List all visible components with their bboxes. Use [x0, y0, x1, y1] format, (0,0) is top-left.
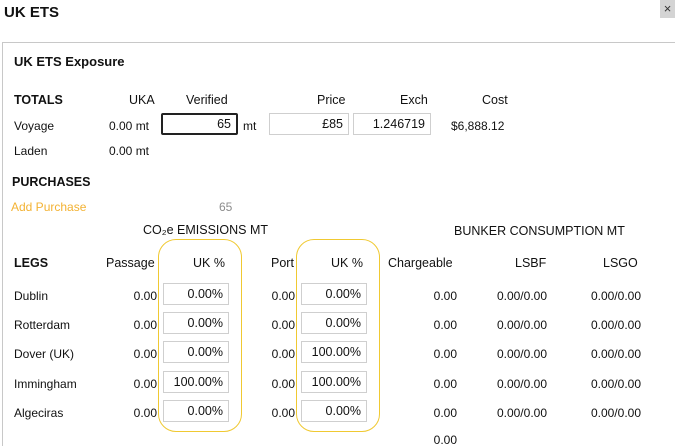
col-cost: Cost	[482, 93, 508, 107]
bunker-header: BUNKER CONSUMPTION MT	[454, 224, 625, 238]
passage-value: 0.00	[133, 347, 157, 361]
legs-heading: LEGS	[14, 256, 49, 270]
lsbf-value: 0.00/0.00	[496, 377, 547, 391]
passage-value: 0.00	[133, 318, 157, 332]
lsgo-value: 0.00/0.00	[590, 377, 641, 391]
panel-title: UK ETS Exposure	[14, 54, 125, 69]
port-value: 0.00	[271, 377, 295, 391]
close-icon[interactable]: ×	[660, 0, 675, 18]
uk-pct-port-input[interactable]: 0.00%	[301, 400, 367, 422]
col-price: Price	[317, 93, 346, 107]
uk-pct-passage-input[interactable]: 0.00%	[163, 400, 229, 422]
chargeable-value: 0.00	[433, 289, 457, 303]
uk-pct-passage-input[interactable]: 0.00%	[163, 283, 229, 305]
uk-pct-port-input[interactable]: 0.00%	[301, 312, 367, 334]
col-chargeable: Chargeable	[388, 256, 453, 270]
lsbf-value: 0.00/0.00	[496, 406, 547, 420]
port-value: 0.00	[271, 318, 295, 332]
leg-name: Immingham	[14, 377, 77, 391]
voyage-uka: 0.00 mt	[109, 119, 150, 133]
verified-input[interactable]: 65	[161, 113, 238, 135]
port-value: 0.00	[271, 289, 295, 303]
uk-pct-port-input[interactable]: 100.00%	[301, 341, 367, 363]
lsgo-value: 0.00/0.00	[590, 318, 641, 332]
lsbf-value: 0.00/0.00	[496, 318, 547, 332]
passage-value: 0.00	[133, 406, 157, 420]
chargeable-value: 0.00	[433, 347, 457, 361]
window-title: UK ETS	[4, 4, 60, 21]
col-verified: Verified	[186, 93, 228, 107]
uk-pct-passage-input[interactable]: 0.00%	[163, 341, 229, 363]
passage-value: 0.00	[133, 289, 157, 303]
col-uk-pct-2: UK %	[331, 256, 363, 270]
chargeable-value: 0.00	[433, 318, 457, 332]
lsgo-value: 0.00/0.00	[590, 406, 641, 420]
laden-uka: 0.00 mt	[109, 144, 150, 158]
title-bar: UK ETS ×	[0, 0, 675, 28]
col-lsgo: LSGO	[603, 256, 638, 270]
col-lsbf: LSBF	[515, 256, 547, 270]
uk-pct-port-input[interactable]: 0.00%	[301, 283, 367, 305]
col-port: Port	[271, 256, 294, 270]
lsbf-value: 0.00/0.00	[496, 347, 547, 361]
voyage-label: Voyage	[14, 119, 55, 133]
add-purchase-link[interactable]: Add Purchase	[11, 200, 86, 214]
uk-pct-passage-input[interactable]: 0.00%	[163, 312, 229, 334]
leg-name: Rotterdam	[14, 318, 71, 332]
exch-input[interactable]: 1.246719	[353, 113, 431, 135]
verified-unit: mt	[243, 119, 257, 133]
col-passage: Passage	[106, 256, 155, 270]
port-value: 0.00	[271, 347, 295, 361]
purchases-total: 65	[219, 200, 233, 214]
emissions-header: CO₂e EMISSIONS MT	[143, 223, 269, 237]
chargeable-value: 0.00	[433, 406, 457, 420]
lsgo-value: 0.00/0.00	[590, 289, 641, 303]
col-exch: Exch	[400, 93, 428, 107]
laden-label: Laden	[14, 144, 48, 158]
uk-pct-passage-input[interactable]: 100.00%	[163, 371, 229, 393]
leg-name: Algeciras	[14, 406, 64, 420]
purchases-heading: PURCHASES	[12, 175, 91, 189]
col-uka: UKA	[129, 93, 155, 107]
price-input[interactable]: £85	[269, 113, 349, 135]
lsgo-value: 0.00/0.00	[590, 347, 641, 361]
col-uk-pct-1: UK %	[193, 256, 225, 270]
chargeable-value: 0.00	[433, 377, 457, 391]
leg-name: Dover (UK)	[14, 347, 75, 361]
passage-value: 0.00	[133, 377, 157, 391]
lsbf-value: 0.00/0.00	[496, 289, 547, 303]
uk-ets-exposure-panel: UK ETS Exposure TOTALS UKA Verified Pric…	[2, 42, 675, 447]
leg-name: Dublin	[14, 289, 49, 303]
totals-heading: TOTALS	[14, 93, 63, 107]
uk-pct-port-input[interactable]: 100.00%	[301, 371, 367, 393]
port-value: 0.00	[271, 406, 295, 420]
voyage-cost: $6,888.12	[451, 119, 505, 133]
